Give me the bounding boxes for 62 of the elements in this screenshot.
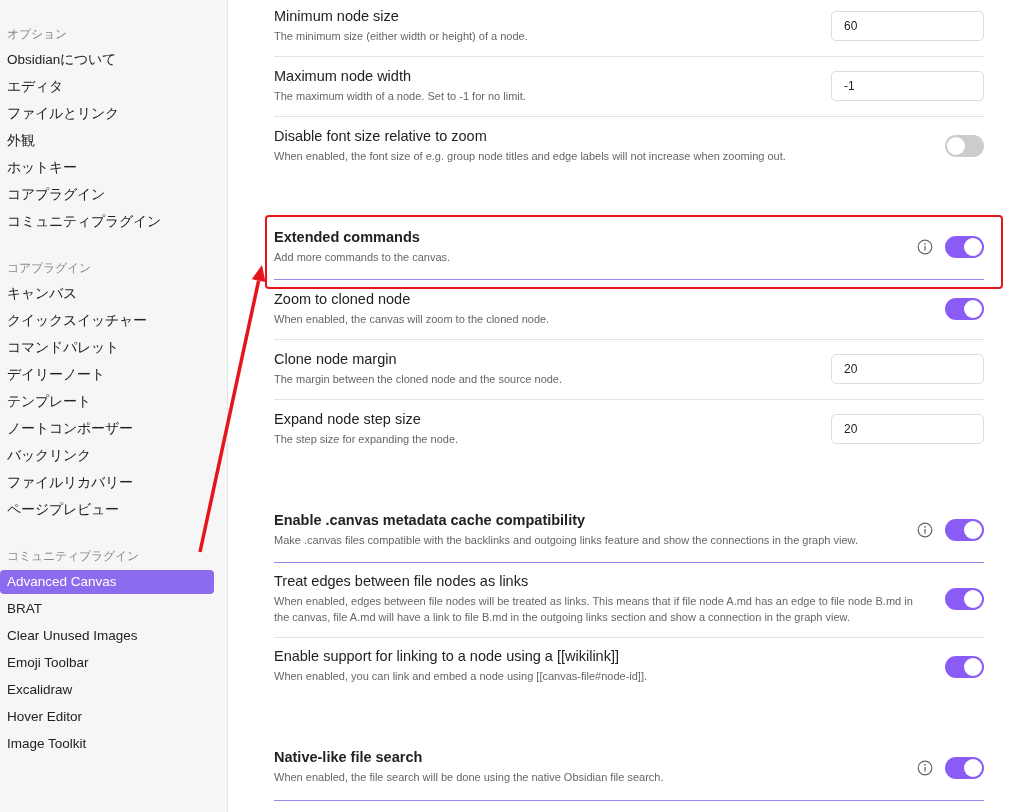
sidebar-item[interactable]: Excalidraw	[0, 678, 214, 702]
setting-description: The margin between the cloned node and the source node.	[274, 371, 564, 387]
setting-description: Make .canvas files compatible with the backlinks and outgoing links feature and show the connections in the graph view.	[274, 532, 859, 548]
setting-title: Minimum node size	[274, 7, 400, 24]
sidebar-item[interactable]: ホットキー	[0, 156, 214, 180]
sidebar-item[interactable]: ファイルリカバリー	[0, 471, 214, 495]
number-field[interactable]: 60	[831, 11, 984, 41]
sidebar-item[interactable]: 外観	[0, 129, 214, 153]
setting-title: Clone node margin	[274, 350, 398, 367]
number-field[interactable]: -1	[831, 71, 984, 101]
info-icon[interactable]	[917, 759, 933, 776]
setting-description: Add more commands to the canvas.	[274, 249, 452, 265]
setting-title: Enable support for linking to a node using a [[wikilink]]	[274, 648, 620, 665]
setting-description: When enabled, the file search will be done using the native Obsidian file search.	[274, 770, 665, 786]
setting-description: The minimum size (either width or height) of a node.	[274, 28, 529, 44]
sidebar-item[interactable]: デイリーノート	[0, 363, 214, 387]
sidebar-item[interactable]: ノートコンポーザー	[0, 417, 214, 441]
info-icon[interactable]	[917, 239, 933, 255]
setting-title: Treat edges between file nodes as links	[274, 573, 530, 589]
sidebar-item[interactable]: Advanced Canvas	[0, 570, 214, 594]
setting-description: When enabled, the canvas will zoom to the cloned node.	[274, 311, 551, 327]
toggle-switch[interactable]	[945, 655, 984, 678]
section-label: オプション	[6, 26, 68, 43]
sidebar-item[interactable]: キャンバス	[0, 282, 214, 306]
setting-title: Maximum node width	[274, 67, 412, 84]
sidebar-item[interactable]: Emoji Toolbar	[0, 651, 214, 675]
setting-title: Native-like file search	[274, 749, 424, 766]
setting-description: When enabled, edges between file nodes will be treated as links. This means that if file node A.md has an edge to file node B.md in the canvas, file A.md will have a link to file B.md in the outgoing links section and show a connection in the graph view.	[274, 594, 914, 625]
toggle-switch[interactable]	[945, 298, 984, 320]
sidebar-item[interactable]: Clear Unused Images	[0, 624, 214, 648]
setting-title: Expand node step size	[274, 410, 422, 427]
toggle-switch[interactable]	[945, 236, 984, 258]
toggle-switch[interactable]	[945, 756, 984, 779]
sidebar-item[interactable]: ファイルとリンク	[0, 102, 214, 126]
sidebar-item[interactable]: コマンドパレット	[0, 336, 214, 360]
sidebar-item[interactable]: コアプラグイン	[0, 183, 214, 207]
setting-description: When enabled, you can link and embed a node using [[canvas-file#node-id]].	[274, 669, 649, 685]
sidebar-item[interactable]: ページプレビュー	[0, 498, 214, 522]
toggle-switch[interactable]	[945, 588, 984, 611]
sidebar-item[interactable]: バックリンク	[0, 444, 214, 468]
toggle-switch[interactable]	[945, 519, 984, 541]
setting-description: The step size for expanding the node.	[274, 431, 460, 447]
number-field[interactable]: 20	[831, 414, 984, 444]
setting-title: Enable .canvas metadata cache compatibility	[274, 511, 587, 528]
sidebar-item[interactable]: Hover Editor	[0, 705, 214, 729]
section-label: コミュニティプラグイン	[6, 548, 140, 565]
sidebar-item[interactable]: テンプレート	[0, 390, 214, 414]
section-label: コアプラグイン	[6, 260, 92, 277]
setting-description: The maximum width of a node. Set to -1 for no limit.	[274, 88, 527, 104]
setting-title: Disable font size relative to zoom	[274, 127, 488, 144]
sidebar-item[interactable]: エディタ	[0, 75, 214, 99]
sidebar-item[interactable]: コミュニティプラグイン	[0, 210, 214, 234]
setting-title: Zoom to cloned node	[274, 290, 412, 307]
sidebar-item[interactable]: BRAT	[0, 597, 214, 621]
sidebar-item[interactable]: Image Toolkit	[0, 732, 214, 756]
number-field[interactable]: 20	[831, 354, 984, 384]
sidebar-item[interactable]: Obsidianについて	[0, 48, 214, 72]
sidebar-item[interactable]: クイックスイッチャー	[0, 309, 214, 333]
setting-title: Extended commands	[274, 228, 421, 245]
info-icon[interactable]	[917, 522, 933, 538]
setting-description: When enabled, the font size of e.g. group node titles and edge labels will not increase when zooming out.	[274, 148, 787, 164]
toggle-switch[interactable]	[945, 135, 984, 157]
